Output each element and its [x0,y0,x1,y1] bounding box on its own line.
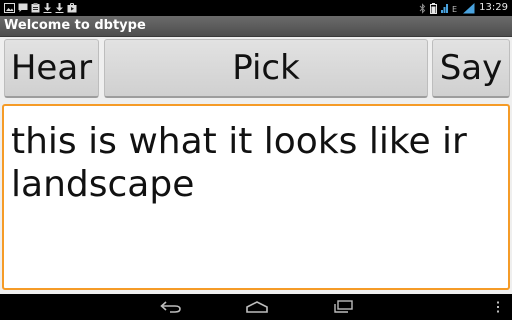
navigation-bar [0,294,512,320]
battery-icon [430,2,438,14]
clipboard-notification-icon [31,3,40,13]
app-title-bar: Welcome to dbtype [0,16,512,37]
hear-button[interactable]: Hear [4,39,99,98]
svg-text:E: E [452,5,457,14]
recent-apps-button[interactable] [331,299,355,315]
home-button[interactable] [244,299,270,315]
recent-apps-icon [333,298,353,317]
overflow-menu-button[interactable] [493,299,503,315]
text-input-area[interactable]: this is what it looks like ir landscape [2,104,510,290]
pick-button[interactable]: Pick [104,39,428,98]
chat-notification-icon [18,3,28,13]
clock: 13:29 [479,2,508,13]
app-title: Welcome to dbtype [4,18,146,33]
signal-bars-icon [463,2,475,14]
home-icon [246,298,268,317]
system-status-icons: E 13:29 [419,2,508,14]
overflow-menu-icon [496,298,500,317]
text-line-1: this is what it looks like ir [11,121,467,162]
play-store-icon [67,3,77,13]
back-icon [160,298,182,317]
download-icon [55,3,64,13]
back-button[interactable] [158,299,184,315]
notification-icons [4,2,77,14]
image-notification-icon [4,3,15,13]
edge-network-icon: E [452,3,459,14]
text-line-2: landscape [11,164,195,205]
signal-icon [441,3,449,14]
bluetooth-icon [419,2,426,14]
say-button[interactable]: Say [432,39,510,98]
status-bar: E 13:29 [0,0,512,16]
download-icon [43,3,52,13]
